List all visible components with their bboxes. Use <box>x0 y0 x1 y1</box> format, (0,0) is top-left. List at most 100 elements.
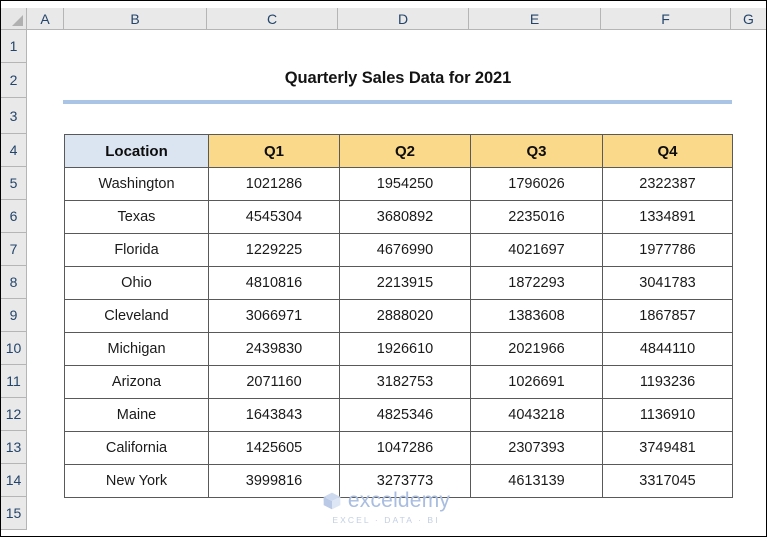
excel-spreadsheet-window: A B C D E F G 1 2 3 4 5 6 7 8 9 10 11 12… <box>0 0 767 537</box>
cell-q4[interactable]: 3041783 <box>602 266 733 300</box>
cell-q4[interactable]: 3749481 <box>602 431 733 465</box>
cell-q1[interactable]: 1021286 <box>208 167 340 201</box>
cell-q3[interactable]: 2021966 <box>470 332 603 366</box>
cell-q3[interactable]: 1026691 <box>470 365 603 399</box>
cell-location[interactable]: Ohio <box>64 266 209 300</box>
row-header-3[interactable]: 3 <box>1 98 27 134</box>
row-header-10[interactable]: 10 <box>1 332 27 365</box>
column-header-f[interactable]: F <box>601 8 731 30</box>
column-header-a[interactable]: A <box>27 8 64 30</box>
column-header-e[interactable]: E <box>469 8 601 30</box>
row-header-9-label: 9 <box>9 307 18 323</box>
row-header-14[interactable]: 14 <box>1 464 27 497</box>
row-header-15[interactable]: 15 <box>1 497 27 530</box>
table-header-q1[interactable]: Q1 <box>208 134 340 168</box>
column-header-b[interactable]: B <box>64 8 207 30</box>
row-header-7-label: 7 <box>9 241 18 257</box>
row-header-6[interactable]: 6 <box>1 200 27 233</box>
cell-q2[interactable]: 3273773 <box>339 464 471 498</box>
row-header-4[interactable]: 4 <box>1 134 27 167</box>
column-header-f-label: F <box>661 10 670 27</box>
cell-location[interactable]: New York <box>64 464 209 498</box>
table-row[interactable]: Maine 1643843 4825346 4043218 1136910 <box>64 398 733 432</box>
table-header-location[interactable]: Location <box>64 134 209 168</box>
sales-data-table: Location Q1 Q2 Q3 Q4 Washington 1021286 … <box>64 134 733 498</box>
row-header-12[interactable]: 12 <box>1 398 27 431</box>
cell-q4[interactable]: 4844110 <box>602 332 733 366</box>
cell-location[interactable]: Michigan <box>64 332 209 366</box>
cell-q2[interactable]: 1047286 <box>339 431 471 465</box>
cell-q2[interactable]: 1954250 <box>339 167 471 201</box>
cell-q4[interactable]: 2322387 <box>602 167 733 201</box>
cell-q3[interactable]: 1872293 <box>470 266 603 300</box>
cell-location[interactable]: Florida <box>64 233 209 267</box>
row-header-11[interactable]: 11 <box>1 365 27 398</box>
column-header-b-label: B <box>130 10 140 27</box>
cell-q1[interactable]: 2439830 <box>208 332 340 366</box>
cell-q1[interactable]: 4810816 <box>208 266 340 300</box>
table-row[interactable]: New York 3999816 3273773 4613139 3317045 <box>64 464 733 498</box>
cell-q1[interactable]: 1425605 <box>208 431 340 465</box>
table-header-q4[interactable]: Q4 <box>602 134 733 168</box>
cell-q4[interactable]: 1334891 <box>602 200 733 234</box>
cell-q1[interactable]: 4545304 <box>208 200 340 234</box>
cell-q3[interactable]: 2235016 <box>470 200 603 234</box>
cell-q1[interactable]: 1643843 <box>208 398 340 432</box>
cell-q3[interactable]: 1383608 <box>470 299 603 333</box>
column-header-c[interactable]: C <box>207 8 338 30</box>
cell-location[interactable]: Maine <box>64 398 209 432</box>
row-header-5[interactable]: 5 <box>1 167 27 200</box>
cell-q1[interactable]: 3066971 <box>208 299 340 333</box>
row-header-1-label: 1 <box>9 38 18 54</box>
cell-location[interactable]: Cleveland <box>64 299 209 333</box>
cell-q2[interactable]: 4676990 <box>339 233 471 267</box>
column-header-g-label: G <box>743 10 754 27</box>
table-row[interactable]: California 1425605 1047286 2307393 37494… <box>64 431 733 465</box>
cell-q3[interactable]: 2307393 <box>470 431 603 465</box>
cell-q4[interactable]: 1867857 <box>602 299 733 333</box>
select-all-triangle-icon <box>12 15 23 26</box>
column-header-d[interactable]: D <box>338 8 469 30</box>
cell-q1[interactable]: 2071160 <box>208 365 340 399</box>
table-row[interactable]: Arizona 2071160 3182753 1026691 1193236 <box>64 365 733 399</box>
table-row[interactable]: Cleveland 3066971 2888020 1383608 186785… <box>64 299 733 333</box>
row-header-9[interactable]: 9 <box>1 299 27 332</box>
row-header-7[interactable]: 7 <box>1 233 27 266</box>
table-row[interactable]: Washington 1021286 1954250 1796026 23223… <box>64 167 733 201</box>
table-header-q3[interactable]: Q3 <box>470 134 603 168</box>
cell-q3[interactable]: 4043218 <box>470 398 603 432</box>
cell-q2[interactable]: 1926610 <box>339 332 471 366</box>
cell-q1[interactable]: 3999816 <box>208 464 340 498</box>
cell-q4[interactable]: 1193236 <box>602 365 733 399</box>
table-header-q2[interactable]: Q2 <box>339 134 471 168</box>
table-row[interactable]: Ohio 4810816 2213915 1872293 3041783 <box>64 266 733 300</box>
cell-q3[interactable]: 4021697 <box>470 233 603 267</box>
cell-q2[interactable]: 2888020 <box>339 299 471 333</box>
cell-location[interactable]: California <box>64 431 209 465</box>
table-row[interactable]: Michigan 2439830 1926610 2021966 4844110 <box>64 332 733 366</box>
cell-q2[interactable]: 2213915 <box>339 266 471 300</box>
column-header-a-label: A <box>40 10 50 27</box>
row-header-13[interactable]: 13 <box>1 431 27 464</box>
cell-q2[interactable]: 3182753 <box>339 365 471 399</box>
cell-q4[interactable]: 1977786 <box>602 233 733 267</box>
table-row[interactable]: Texas 4545304 3680892 2235016 1334891 <box>64 200 733 234</box>
cell-q1[interactable]: 1229225 <box>208 233 340 267</box>
column-header-g[interactable]: G <box>731 8 766 30</box>
table-row[interactable]: Florida 1229225 4676990 4021697 1977786 <box>64 233 733 267</box>
cell-q4[interactable]: 3317045 <box>602 464 733 498</box>
cell-location[interactable]: Washington <box>64 167 209 201</box>
row-header-8-label: 8 <box>9 274 18 290</box>
cell-q3[interactable]: 1796026 <box>470 167 603 201</box>
cell-location[interactable]: Texas <box>64 200 209 234</box>
cell-location[interactable]: Arizona <box>64 365 209 399</box>
cell-q3[interactable]: 4613139 <box>470 464 603 498</box>
cell-q2[interactable]: 4825346 <box>339 398 471 432</box>
row-header-1[interactable]: 1 <box>1 30 27 63</box>
row-header-8[interactable]: 8 <box>1 266 27 299</box>
table-body: Washington 1021286 1954250 1796026 23223… <box>64 167 733 498</box>
cell-q4[interactable]: 1136910 <box>602 398 733 432</box>
select-all-button[interactable] <box>1 8 27 30</box>
cell-q2[interactable]: 3680892 <box>339 200 471 234</box>
row-header-2[interactable]: 2 <box>1 63 27 98</box>
